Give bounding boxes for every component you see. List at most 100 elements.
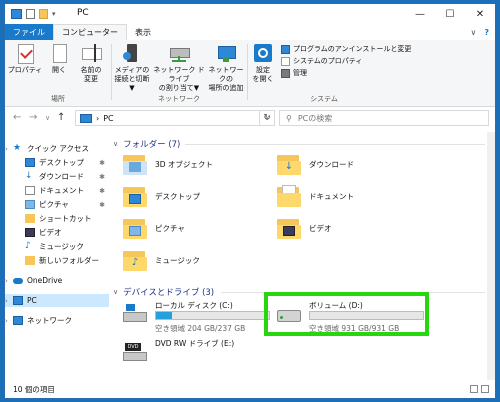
folder-downloads[interactable]: ↓ ダウンロード xyxy=(277,152,354,176)
expand-icon[interactable]: › xyxy=(5,317,13,325)
dvd-drive-icon: DVD xyxy=(123,342,149,362)
nav-desktop[interactable]: デスクトップ ✱ xyxy=(5,156,109,169)
rename-button[interactable]: 名前の 変更 xyxy=(73,44,109,84)
uninstall-programs-button[interactable]: プログラムのアンインストールと変更 xyxy=(281,44,411,54)
system-properties-button[interactable]: システムのプロパティ xyxy=(281,56,362,66)
picture-folder-icon xyxy=(123,216,147,240)
recent-locations-button[interactable]: ∨ xyxy=(45,114,50,122)
folder-icon xyxy=(25,214,35,223)
folder-desktop[interactable]: デスクトップ xyxy=(123,184,200,208)
nav-pc[interactable]: › PC xyxy=(5,294,109,307)
nav-network[interactable]: › ネットワーク xyxy=(5,314,109,327)
folder-documents[interactable]: ドキュメント xyxy=(277,184,354,208)
folder-music[interactable]: ♪ ミュージック xyxy=(123,248,200,272)
nav-new-folder[interactable]: 新しいフォルダー xyxy=(5,254,109,267)
search-input[interactable]: ⚲ PCの検索 xyxy=(279,110,489,126)
quick-access-toolbar: ▾ xyxy=(11,8,56,20)
collapse-chevron-icon[interactable]: ∨ xyxy=(113,140,118,148)
folders-group-header[interactable]: ∨ フォルダー (7) xyxy=(113,138,180,150)
download-arrow-icon: ↓ xyxy=(25,171,33,181)
add-network-location-button[interactable]: ネットワークの 場所の追加 xyxy=(207,44,245,93)
large-icons-view-icon[interactable] xyxy=(481,385,489,393)
gear-icon xyxy=(252,44,274,64)
navigation-pane: › ★ クイック アクセス デスクトップ ✱ ↓ ダウンロード ✱ ドキュメント ✱ … xyxy=(5,132,109,380)
properties-button[interactable]: プロパティ xyxy=(7,44,43,75)
ribbon: プロパティ 開く 名前の 変更 場所 メディアの 接続と切断▼ ネットワーク ド… xyxy=(5,40,495,107)
collapse-ribbon-icon[interactable]: ∨ xyxy=(471,28,477,37)
video-folder-icon xyxy=(277,216,301,240)
properties-icon[interactable] xyxy=(26,9,35,19)
pc-icon xyxy=(80,113,92,123)
checkmark-doc-icon xyxy=(281,56,290,66)
pin-icon[interactable]: ✱ xyxy=(99,173,105,181)
window-title: PC xyxy=(77,8,89,18)
expand-icon[interactable]: › xyxy=(5,297,13,305)
folder-pictures[interactable]: ピクチャ xyxy=(123,216,185,240)
open-settings-button[interactable]: 設定 を開く xyxy=(249,44,277,84)
nav-pictures[interactable]: ピクチャ ✱ xyxy=(5,198,109,211)
search-icon: ⚲ xyxy=(286,113,292,123)
pc-icon xyxy=(11,9,22,19)
new-folder-icon[interactable] xyxy=(39,9,48,19)
details-view-icon[interactable] xyxy=(470,385,478,393)
address-bar[interactable]: › PC ∨ xyxy=(75,110,275,126)
folder-3d-objects[interactable]: 3D オブジェクト xyxy=(123,152,213,176)
desktop-folder-icon xyxy=(123,184,147,208)
nav-onedrive[interactable]: › OneDrive xyxy=(5,274,109,287)
folder-videos[interactable]: ビデオ xyxy=(277,216,332,240)
pin-icon[interactable]: ✱ xyxy=(99,201,105,209)
desktop-icon xyxy=(25,158,35,167)
media-server-icon xyxy=(121,44,143,64)
open-doc-icon xyxy=(48,44,70,64)
tab-view[interactable]: 表示 xyxy=(127,24,159,40)
tab-computer[interactable]: コンピューター xyxy=(53,24,127,41)
download-folder-icon: ↓ xyxy=(277,152,301,176)
drive-d-highlight xyxy=(264,292,429,336)
collapse-chevron-icon[interactable]: ∨ xyxy=(113,288,118,296)
nav-music[interactable]: ♪ ミュージック xyxy=(5,240,109,253)
drive-c[interactable]: ローカル ディスク (C:) 空き領域 204 GB/237 GB xyxy=(123,300,273,334)
item-count: 10 個の項目 xyxy=(13,384,55,394)
nav-documents[interactable]: ドキュメント ✱ xyxy=(5,184,109,197)
nav-downloads[interactable]: ↓ ダウンロード ✱ xyxy=(5,170,109,183)
breadcrumb-pc[interactable]: PC xyxy=(103,114,113,123)
checkmark-doc-icon xyxy=(14,44,36,64)
vertical-scrollbar[interactable] xyxy=(487,132,495,380)
drive-e[interactable]: DVD DVD RW ドライブ (E:) xyxy=(123,338,273,368)
maximize-button[interactable]: ☐ xyxy=(435,4,465,24)
pin-icon[interactable]: ✱ xyxy=(99,159,105,167)
ribbon-group-system: 設定 を開く プログラムのアンインストールと変更 システムのプロパティ 管理 シ… xyxy=(249,40,411,106)
map-network-drive-button[interactable]: ネットワーク ドライブ の割り当て▼ xyxy=(151,44,207,93)
close-button[interactable]: ✕ xyxy=(465,4,495,24)
drives-group-header[interactable]: ∨ デバイスとドライブ (3) xyxy=(113,286,214,298)
pin-icon[interactable]: ✱ xyxy=(99,187,105,195)
windows-drive-icon xyxy=(123,304,149,324)
ribbon-tabs: ファイル コンピューター 表示 ∨ ? xyxy=(5,24,495,41)
tab-file[interactable]: ファイル xyxy=(5,24,53,40)
nav-videos[interactable]: ビデオ xyxy=(5,226,109,239)
drive-c-usage-fill xyxy=(156,312,172,319)
minimize-button[interactable]: — xyxy=(405,4,435,24)
network-location-icon xyxy=(215,44,237,64)
manage-button[interactable]: 管理 xyxy=(281,68,307,78)
forward-button[interactable]: → xyxy=(29,112,37,123)
nav-quick-access[interactable]: › ★ クイック アクセス xyxy=(5,142,109,155)
star-icon: ★ xyxy=(13,143,22,153)
status-bar: 10 個の項目 xyxy=(5,380,495,398)
document-folder-icon xyxy=(277,184,301,208)
nav-shortcuts[interactable]: ショートカット xyxy=(5,212,109,225)
media-connect-button[interactable]: メディアの 接続と切断▼ xyxy=(113,44,151,93)
open-button[interactable]: 開く xyxy=(41,44,77,75)
content-pane: ∨ フォルダー (7) 3D オブジェクト ↓ ダウンロード デスクトップ ドキ… xyxy=(109,132,495,380)
customize-dropdown-icon[interactable]: ▾ xyxy=(52,10,56,18)
pc-icon xyxy=(13,296,23,305)
breadcrumb-separator[interactable]: › xyxy=(96,114,99,123)
expand-icon[interactable]: › xyxy=(5,277,13,285)
refresh-button[interactable]: ↻ xyxy=(259,110,275,126)
back-button[interactable]: ← xyxy=(13,112,21,123)
help-icon[interactable]: ? xyxy=(484,28,489,37)
address-row: ← → ∨ ↑ › PC ∨ ↻ ⚲ PCの検索 xyxy=(5,107,495,129)
up-button[interactable]: ↑ xyxy=(57,112,65,123)
expand-icon[interactable]: › xyxy=(5,145,13,153)
picture-icon xyxy=(25,200,35,209)
